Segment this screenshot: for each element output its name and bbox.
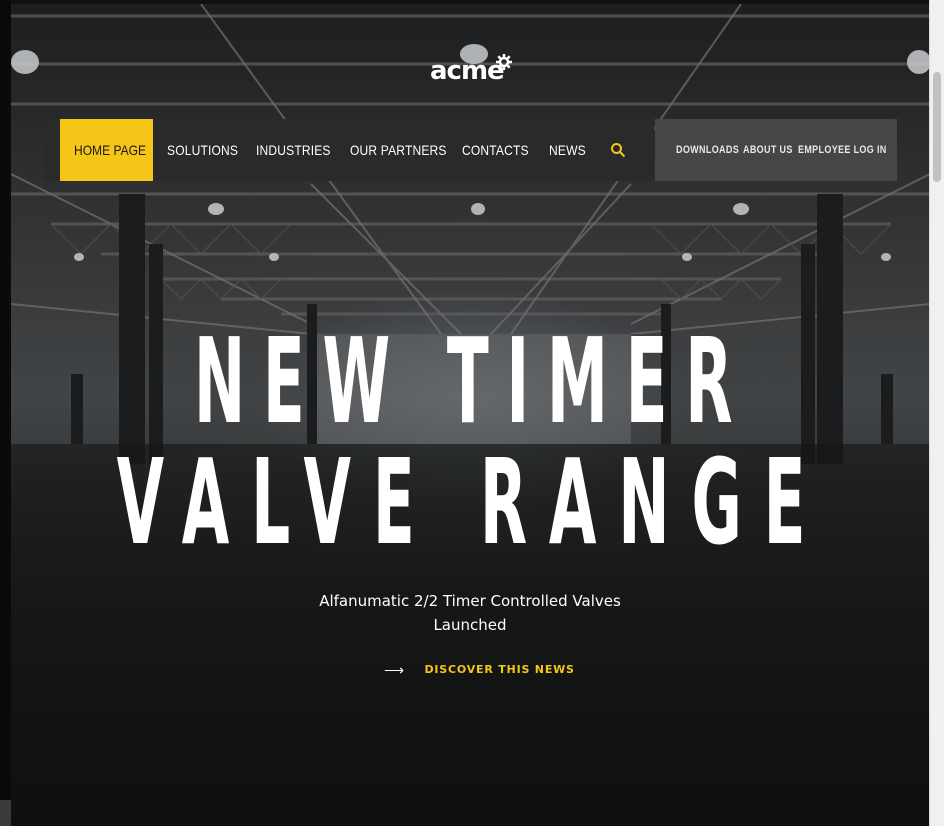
search-icon[interactable] [610, 142, 626, 158]
window-left-edge [0, 0, 11, 826]
hero-subtitle-line-2: Launched [433, 616, 507, 634]
arrow-right-icon: ⟶ [384, 662, 405, 678]
hero-headline-line-2: VALVE RANGE [116, 433, 828, 571]
discover-news-link[interactable]: ⟶ DISCOVER THIS NEWS [384, 660, 575, 680]
utility-nav: DOWNLOADS ABOUT US EMPLOYEE LOG IN [655, 119, 897, 181]
nav-item-industries[interactable]: INDUSTRIES [256, 119, 331, 181]
page-scrollbar[interactable] [929, 0, 944, 826]
scrollbar-thumb[interactable] [933, 72, 941, 182]
utility-link-employee-log-in[interactable]: EMPLOYEE LOG IN [798, 119, 887, 181]
brand-logo[interactable]: acme [430, 56, 505, 86]
gear-icon [496, 54, 512, 70]
corner-mark [0, 800, 11, 826]
brand-logo-text: acme [430, 56, 505, 86]
nav-item-contacts[interactable]: CONTACTS [462, 119, 529, 181]
hero-subtitle-line-1: Alfanumatic 2/2 Timer Controlled Valves [319, 592, 621, 610]
utility-link-downloads[interactable]: DOWNLOADS [676, 119, 739, 181]
hero-subtitle: Alfanumatic 2/2 Timer Controlled Valves … [300, 589, 640, 637]
nav-item-home-page[interactable]: HOME PAGE [60, 119, 153, 181]
main-nav: HOME PAGE SOLUTIONS INDUSTRIES OUR PARTN… [45, 119, 654, 181]
nav-item-our-partners[interactable]: OUR PARTNERS [350, 119, 447, 181]
nav-item-label: HOME PAGE [74, 142, 147, 158]
discover-news-label: DISCOVER THIS NEWS [424, 663, 575, 676]
nav-item-solutions[interactable]: SOLUTIONS [167, 119, 238, 181]
page: acme HOME PAGE SOLUTIONS INDUSTRIES OUR … [0, 0, 944, 826]
nav-item-news[interactable]: NEWS [549, 119, 586, 181]
utility-link-about-us[interactable]: ABOUT US [743, 119, 793, 181]
hero-headline-line-1: NEW TIMER [193, 312, 751, 450]
